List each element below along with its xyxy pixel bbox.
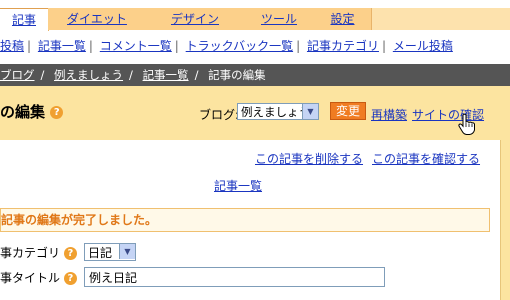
chevron-down-icon[interactable]: ▼ [119,244,135,259]
subnav-mail-post[interactable]: メール投稿 [393,39,453,53]
category-select[interactable]: 日記 ▼ [84,243,136,261]
breadcrumb: ブログ / 例えましょう / 記事一覧 / 記事の編集 [0,64,510,86]
tab-design[interactable]: デザイン [146,8,245,30]
delete-article-link[interactable]: この記事を削除する [255,150,363,167]
page-title: の編集 [0,103,46,121]
help-icon[interactable]: ? [50,106,64,119]
title-label: 事タイトル [0,271,61,285]
main-tab-bar: 記事 ダイエット デザイン ツール 設定 [0,8,510,31]
breadcrumb-blog-name[interactable]: 例えましょう [54,68,123,82]
category-label-wrap: 事カテゴリ ? [0,244,77,261]
help-icon[interactable]: ? [63,247,77,260]
subnav-article-category[interactable]: 記事カテゴリ [307,39,379,53]
breadcrumb-article-list[interactable]: 記事一覧 [143,68,189,82]
tab-settings[interactable]: 設定 [314,8,372,30]
rebuild-link[interactable]: 再構築 [371,106,407,123]
chevron-down-icon[interactable]: ▼ [302,104,318,119]
title-label-wrap: 事タイトル ? [0,269,77,286]
breadcrumb-blog[interactable]: ブログ [0,68,35,82]
sub-navigation: 投稿 | 記事一覧 | コメント一覧 | トラックバック一覧 | 記事カテゴリ | メール… [0,39,453,53]
blog-select-value: 例えましょう [241,105,310,119]
title-input-value: 例え日記 [89,271,138,285]
change-button[interactable]: 変更 [330,102,366,120]
subnav-trackback-list[interactable]: トラックバック一覧 [186,39,293,53]
confirm-article-link[interactable]: この記事を確認する [372,150,480,167]
category-label: 事カテゴリ [0,246,61,260]
subnav-article-list[interactable]: 記事一覧 [38,39,86,53]
subnav-comment-list[interactable]: コメント一覧 [100,39,172,53]
blog-select[interactable]: 例えましょう ▼ [237,103,319,120]
hand-cursor-icon [458,113,475,135]
blog-label: ブログ: [199,108,240,122]
help-icon[interactable]: ? [63,272,77,285]
subnav-post[interactable]: 投稿 [0,39,24,53]
breadcrumb-current: 記事の編集 [208,68,266,82]
tab-articles[interactable]: 記事 [0,8,49,31]
page-title-wrap: の編集 ? [0,101,64,122]
success-message: 記事の編集が完了しました。 [0,208,490,232]
tab-diet[interactable]: ダイエット [48,8,147,30]
tab-tools[interactable]: ツール [244,8,315,30]
category-select-value: 日記 [88,246,113,260]
title-input[interactable]: 例え日記 [84,267,385,287]
article-list-link[interactable]: 記事一覧 [214,177,262,194]
